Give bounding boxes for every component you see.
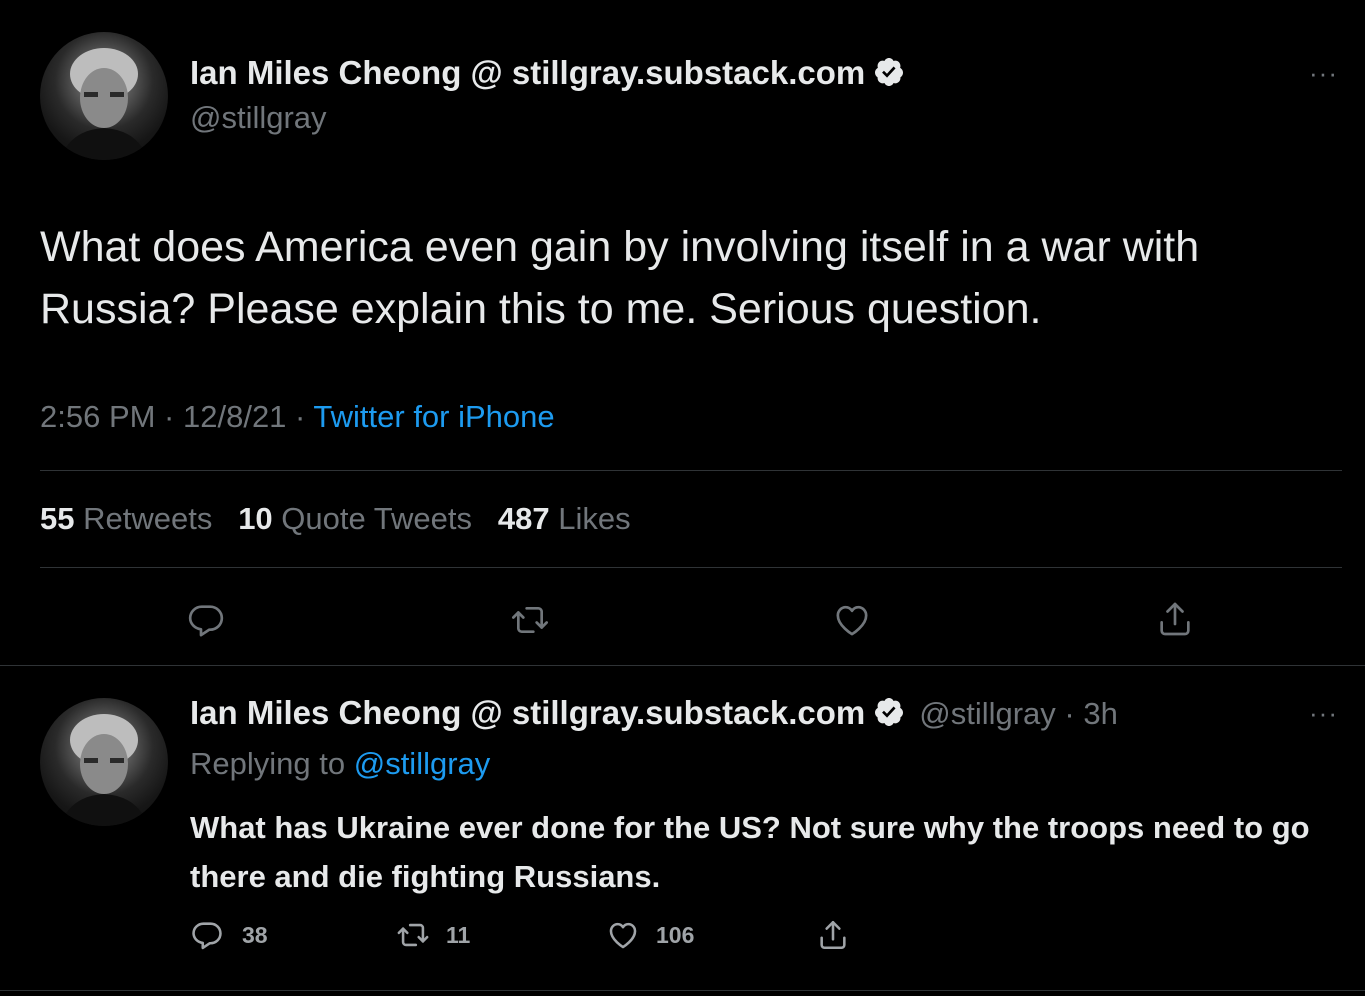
retweets-stat[interactable]: 55 Retweets xyxy=(40,501,212,536)
divider xyxy=(40,567,1342,568)
like-icon xyxy=(836,605,868,636)
tweet-stats: 55 Retweets 10 Quote Tweets 487 Likes xyxy=(40,501,631,537)
author-name[interactable]: Ian Miles Cheong @ stillgray.substack.co… xyxy=(190,54,905,92)
replying-to-label: Replying to xyxy=(190,746,354,781)
reply-like-button[interactable]: 106 xyxy=(606,918,694,952)
likes-stat[interactable]: 487 Likes xyxy=(498,501,631,536)
tweet-timestamp[interactable]: 2:56 PM · 12/8/21 · xyxy=(40,399,313,434)
quotes-stat[interactable]: 10 Quote Tweets xyxy=(238,501,472,536)
author-handle[interactable]: @stillgray xyxy=(190,100,327,136)
share-button[interactable] xyxy=(1155,599,1195,644)
quotes-count: 10 xyxy=(238,501,273,536)
reply-icon xyxy=(188,605,224,637)
tweet-meta: 2:56 PM · 12/8/21 · Twitter for iPhone xyxy=(40,399,555,435)
likes-count: 487 xyxy=(497,501,550,536)
reply-button[interactable] xyxy=(186,600,226,645)
divider xyxy=(40,470,1342,471)
retweet-icon xyxy=(512,607,548,633)
tweet-source-link[interactable]: Twitter for iPhone xyxy=(313,399,554,434)
verified-badge-icon xyxy=(875,698,904,726)
author-avatar[interactable] xyxy=(40,32,168,160)
reply-retweet-button[interactable]: 11 xyxy=(396,918,470,952)
like-icon xyxy=(609,922,637,949)
retweet-count: 11 xyxy=(446,921,471,948)
replying-to-handle-link[interactable]: @stillgray xyxy=(354,746,491,781)
reply-author-avatar[interactable] xyxy=(40,698,168,826)
reply-count: 38 xyxy=(242,921,268,948)
verified-badge-icon xyxy=(875,58,904,86)
retweet-icon xyxy=(397,923,429,947)
reply-more-options-button[interactable]: ··· xyxy=(1309,698,1338,729)
like-button[interactable] xyxy=(832,600,872,645)
reply-reply-button[interactable]: 38 xyxy=(190,918,268,952)
tweet-text: What does America even gain by involving… xyxy=(40,223,1200,333)
share-icon xyxy=(1160,602,1190,636)
like-count: 106 xyxy=(656,921,695,948)
share-icon xyxy=(820,920,846,950)
likes-label: Likes xyxy=(558,501,631,536)
divider xyxy=(0,665,1365,666)
reply-time-ago[interactable]: · 3h xyxy=(1056,696,1117,731)
retweets-label: Retweets xyxy=(83,501,213,536)
replying-to: Replying to @stillgray xyxy=(190,746,490,782)
reply-share-button[interactable] xyxy=(816,918,850,957)
divider xyxy=(0,990,1365,991)
more-options-button[interactable]: ··· xyxy=(1309,58,1338,89)
reply-header: Ian Miles Cheong @ stillgray.substack.co… xyxy=(190,694,1118,732)
retweets-count: 55 xyxy=(40,501,75,536)
reply-author-handle[interactable]: @stillgray xyxy=(919,696,1056,731)
retweet-button[interactable] xyxy=(510,600,550,645)
reply-icon xyxy=(192,922,222,950)
quotes-label: Quote Tweets xyxy=(281,501,473,536)
author-name-text: Ian Miles Cheong @ stillgray.substack.co… xyxy=(190,54,866,91)
reply-author-name[interactable]: Ian Miles Cheong @ stillgray.substack.co… xyxy=(190,694,865,731)
reply-tweet-text: What has Ukraine ever done for the US? N… xyxy=(190,810,1310,894)
avatar-photo xyxy=(60,714,148,826)
avatar-photo xyxy=(60,48,148,160)
